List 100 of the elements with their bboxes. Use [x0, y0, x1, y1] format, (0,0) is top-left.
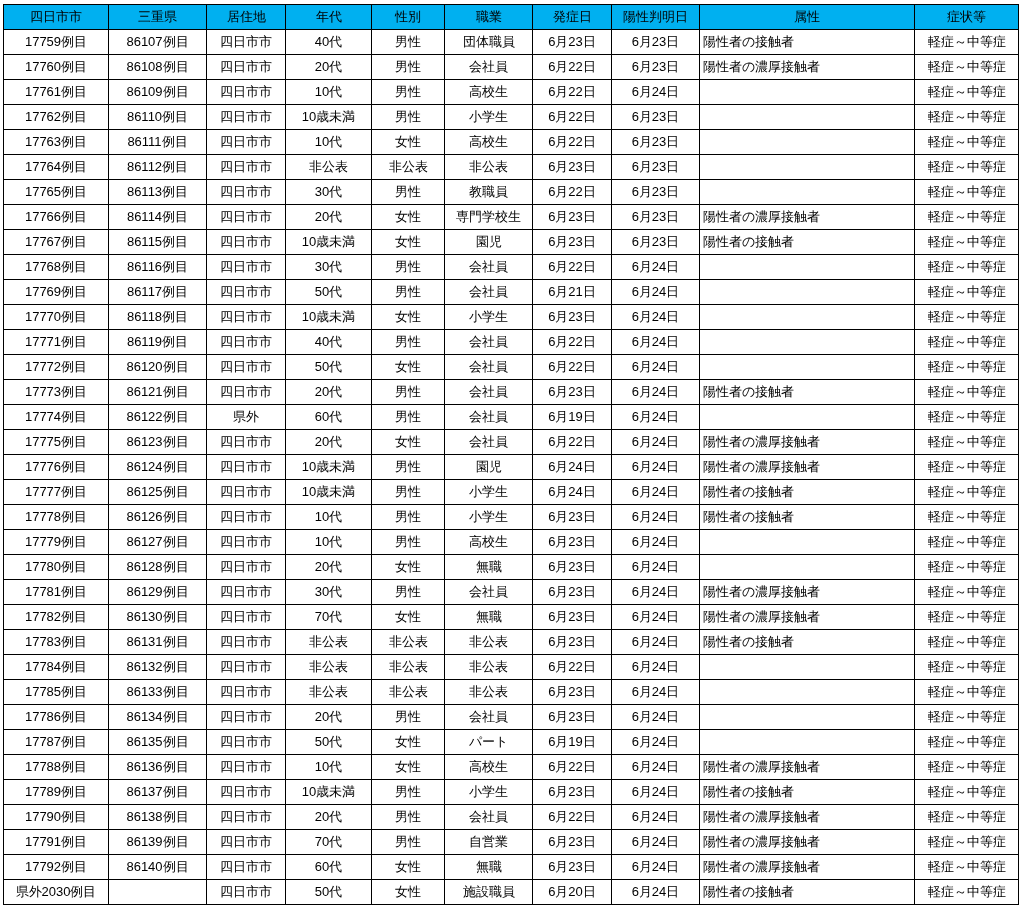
- table-cell: 86121例目: [126, 384, 189, 399]
- table-cell: 6月23日: [631, 209, 680, 224]
- table-cell: 軽症～中等症: [927, 84, 1006, 99]
- table-cell: 陽性者の濃厚接触者: [703, 434, 820, 449]
- column-header: 症状等: [914, 4, 1019, 30]
- table-cell: 陽性者の濃厚接触者: [703, 759, 820, 774]
- table-cell: 6月23日: [548, 584, 596, 599]
- table-cell: 四日市市: [220, 459, 272, 474]
- table-cell: 陽性者の接触者: [703, 384, 794, 399]
- table-cell: 6月19日: [548, 734, 596, 749]
- table-cell: 86136例目: [126, 759, 189, 774]
- table-cell: 無職: [475, 609, 502, 624]
- table-cell: 非公表: [469, 159, 508, 174]
- table-cell: 軽症～中等症: [927, 309, 1006, 324]
- table-cell: 会社員: [469, 584, 508, 599]
- table-cell: 会社員: [469, 359, 508, 374]
- table-cell: 86118例目: [126, 309, 189, 324]
- table-cell: 女性: [395, 884, 421, 899]
- table-cell: 自営業: [469, 834, 508, 849]
- table-cell: 10代: [314, 759, 343, 774]
- table-cell: 軽症～中等症: [927, 734, 1006, 749]
- table-cell: 20代: [314, 709, 343, 724]
- table-cell: 6月24日: [631, 884, 680, 899]
- table-cell: 施設職員: [462, 884, 515, 899]
- table-cell: 四日市市: [220, 359, 272, 374]
- table-cell: 17792例目: [24, 859, 88, 874]
- table-cell: 17782例目: [24, 609, 88, 624]
- table-cell: 6月23日: [548, 384, 596, 399]
- table-cell: 会社員: [469, 709, 508, 724]
- table-cell: 20代: [314, 434, 343, 449]
- table-cell: 高校生: [469, 84, 508, 99]
- table-cell: 17767例目: [24, 234, 88, 249]
- table-cell: 6月24日: [631, 709, 680, 724]
- table-cell: 86119例目: [126, 334, 189, 349]
- table-cell: 男性: [395, 709, 421, 724]
- table-cell: 50代: [314, 734, 343, 749]
- table-cell: 50代: [314, 359, 343, 374]
- table-cell: 男性: [395, 809, 421, 824]
- table-cell: 四日市市: [220, 34, 272, 49]
- table-cell: 四日市市: [220, 684, 272, 699]
- table-cell: 軽症～中等症: [927, 784, 1006, 799]
- table-cell: 女性: [395, 359, 421, 374]
- table-cell: 四日市市: [220, 859, 272, 874]
- table-cell: 10歳未満: [301, 234, 356, 249]
- table-cell: 小学生: [469, 784, 508, 799]
- table-cell: 86138例目: [126, 809, 189, 824]
- table-cell: 軽症～中等症: [927, 459, 1006, 474]
- table-cell: 6月19日: [548, 409, 596, 424]
- table-cell: 10代: [314, 534, 343, 549]
- table-cell: 陽性者の接触者: [703, 509, 794, 524]
- table-cell: 女性: [395, 734, 421, 749]
- table-cell: 女性: [395, 759, 421, 774]
- table-cell: 86134例目: [126, 709, 189, 724]
- table-cell: 軽症～中等症: [927, 809, 1006, 824]
- table-cell: 教職員: [469, 184, 508, 199]
- table-cell: 17769例目: [24, 284, 88, 299]
- table-cell: 四日市市: [220, 559, 272, 574]
- table-cell: 86113例目: [126, 184, 189, 199]
- table-cell: 男性: [395, 109, 421, 124]
- table-cell: 女性: [395, 859, 421, 874]
- table-cell: 軽症～中等症: [927, 434, 1006, 449]
- column-header: 属性: [699, 4, 915, 30]
- table-cell: 17778例目: [24, 509, 88, 524]
- table-cell: 会社員: [469, 259, 508, 274]
- table-cell: 17788例目: [24, 759, 88, 774]
- table-cell: 70代: [314, 834, 343, 849]
- table-cell: 17790例目: [24, 809, 88, 824]
- table-cell: 四日市市: [220, 109, 272, 124]
- table-cell: 6月22日: [548, 434, 596, 449]
- table-cell: 17777例目: [24, 484, 88, 499]
- table-cell: 70代: [314, 609, 343, 624]
- table-cell: 17785例目: [24, 684, 88, 699]
- table-cell: 会社員: [469, 384, 508, 399]
- table-cell: 6月24日: [548, 484, 596, 499]
- table-cell: 6月24日: [631, 259, 680, 274]
- table-cell: 男性: [395, 484, 421, 499]
- table-cell: 軽症～中等症: [927, 709, 1006, 724]
- table-cell: 6月23日: [631, 34, 680, 49]
- table-cell: 男性: [395, 834, 421, 849]
- table-cell: 非公表: [388, 634, 428, 649]
- table-cell: 四日市市: [220, 209, 272, 224]
- table-cell: 女性: [395, 609, 421, 624]
- table-cell: 四日市市: [220, 884, 272, 899]
- table-cell: 軽症～中等症: [927, 359, 1006, 374]
- table-cell: 86107例目: [126, 34, 189, 49]
- table-cell: 17791例目: [24, 834, 88, 849]
- table-cell: 6月24日: [631, 359, 680, 374]
- table-cell: 30代: [314, 184, 343, 199]
- table-cell: 小学生: [469, 309, 508, 324]
- table-cell: 17775例目: [24, 434, 88, 449]
- table-cell: 軽症～中等症: [927, 259, 1006, 274]
- table-cell: 86130例目: [126, 609, 189, 624]
- table-cell: 17764例目: [24, 159, 88, 174]
- table-cell: 小学生: [469, 109, 508, 124]
- table-cell: 軽症～中等症: [927, 209, 1006, 224]
- table-cell: 50代: [314, 884, 343, 899]
- table-cell: 6月23日: [548, 784, 596, 799]
- table-cell: 60代: [314, 409, 343, 424]
- table-cell: 6月22日: [548, 759, 596, 774]
- table-cell: 10代: [314, 509, 343, 524]
